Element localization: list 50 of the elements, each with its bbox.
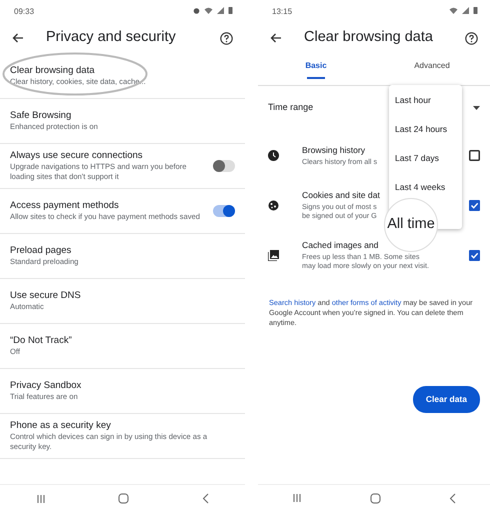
checkbox[interactable] (469, 250, 480, 260)
item-title: Safe Browsing (10, 110, 72, 122)
checkbox[interactable] (469, 200, 480, 210)
checkbox[interactable] (469, 150, 480, 160)
dropdown-option[interactable]: Last hour (395, 91, 431, 109)
recent-apps-icon[interactable] (292, 493, 302, 504)
tab[interactable]: Basic (258, 54, 374, 85)
data-type-title: Cookies and site dat (302, 189, 380, 202)
toggle-switch[interactable] (213, 160, 235, 172)
screen-title: Privacy and security (46, 28, 177, 48)
clear-data-button[interactable]: Clear data (412, 386, 480, 413)
item-title: Preload pages (10, 245, 72, 257)
item-title: Use secure DNS (10, 290, 82, 302)
item-title: Clear browsing data (10, 65, 96, 77)
signal-icon (217, 6, 224, 14)
back-icon[interactable] (449, 492, 456, 504)
battery-icon (228, 6, 233, 14)
screen-title: Clear browsing data (304, 28, 434, 48)
home-icon[interactable] (370, 492, 381, 504)
toggle-switch[interactable] (213, 205, 235, 217)
battery-icon (473, 6, 478, 14)
back-arrow-icon[interactable] (270, 33, 282, 43)
image-icon (268, 250, 279, 260)
dropdown-option[interactable]: Last 24 hours (395, 120, 448, 138)
item-title: Always use secure connections (10, 150, 144, 162)
status-time: 09:33 (14, 6, 34, 18)
cookie-icon (268, 200, 279, 210)
wifi-icon (204, 6, 213, 14)
recent-apps-icon[interactable] (36, 494, 46, 504)
dropdown-option[interactable]: Last 4 weeks (395, 178, 446, 196)
signal-icon (462, 6, 469, 14)
item-title: “Do Not Track” (10, 335, 73, 347)
tab[interactable]: Advanced (374, 54, 490, 85)
time-range-label: Time range (268, 101, 314, 114)
magnifier-tooltip: All time (384, 198, 438, 252)
help-icon[interactable] (220, 32, 233, 44)
item-title: Privacy Sandbox (10, 380, 82, 392)
item-title: Access payment methods (10, 200, 120, 212)
back-icon[interactable] (202, 493, 209, 504)
home-icon[interactable] (118, 493, 130, 504)
clock-icon (268, 150, 279, 160)
status-time: 13:15 (272, 6, 292, 18)
wifi-icon (449, 6, 458, 14)
back-arrow-icon[interactable] (12, 33, 24, 43)
item-title: Phone as a security key (10, 420, 112, 432)
data-type-title: Browsing history (302, 144, 366, 157)
dropdown-caret-icon[interactable] (473, 106, 480, 110)
data-type-title: Cached images and (302, 239, 378, 252)
dropdown-option[interactable]: Last 7 days (395, 149, 439, 167)
help-icon[interactable] (465, 32, 478, 44)
